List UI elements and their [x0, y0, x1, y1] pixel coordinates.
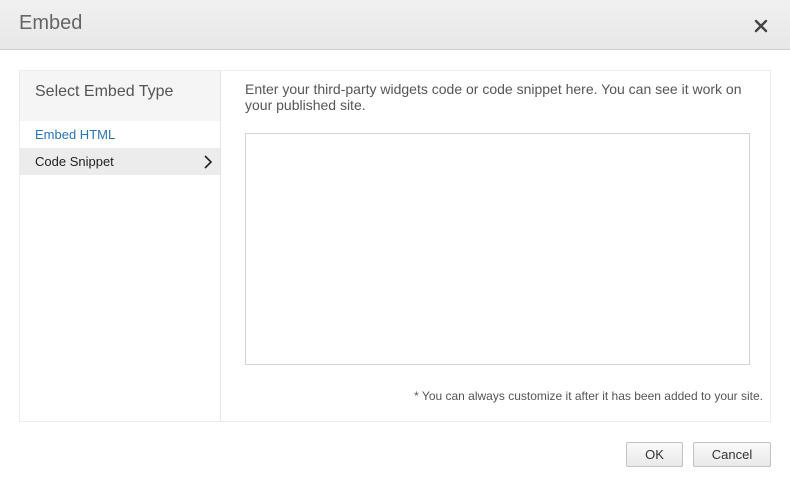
instructions-text: Enter your third-party widgets code or c…: [245, 81, 742, 113]
embed-type-sidebar: Select Embed Type Embed HTML Code Snippe…: [20, 71, 221, 421]
sidebar-item-embed-html[interactable]: Embed HTML: [20, 121, 220, 148]
sidebar-item-code-snippet[interactable]: Code Snippet: [20, 148, 220, 175]
ok-button[interactable]: OK: [626, 442, 683, 467]
cancel-button[interactable]: Cancel: [693, 442, 771, 467]
sidebar-heading: Select Embed Type: [35, 83, 174, 100]
content-area: Enter your third-party widgets code or c…: [221, 71, 770, 421]
dialog-header: Embed: [0, 0, 790, 50]
dialog-title: Embed: [19, 12, 83, 34]
chevron-right-icon: [203, 155, 213, 169]
sidebar-item-label: Code Snippet: [35, 154, 114, 169]
sidebar-item-label: Embed HTML: [35, 127, 116, 142]
customize-note: * You can always customize it after it h…: [414, 389, 763, 403]
embed-dialog: Embed Select Embed Type Embed HTML Code …: [0, 0, 790, 486]
sidebar-header: Select Embed Type: [20, 71, 220, 121]
close-icon[interactable]: [752, 17, 770, 35]
dialog-body: Select Embed Type Embed HTML Code Snippe…: [19, 70, 771, 422]
code-snippet-input[interactable]: [245, 133, 750, 365]
